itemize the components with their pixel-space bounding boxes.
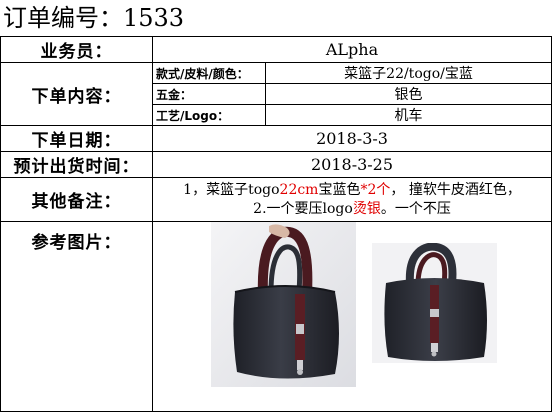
remarks-label: 其他备注：: [0, 177, 153, 222]
remarks-row: 其他备注： 1，菜篮子togo22cm宝蓝色*2个， 撞软牛皮酒红色， 2.一个…: [0, 177, 552, 222]
remarks-text: 。一个不压: [380, 200, 451, 217]
salesperson-label: 业务员：: [0, 36, 153, 63]
bag-photo-side: [372, 243, 497, 363]
style-material-color-label: 款式/皮料/颜色：: [152, 62, 266, 84]
salesperson-value: ALpha: [151, 36, 552, 63]
hardware-label: 五金：: [152, 83, 266, 105]
ship-date-row: 预计出货时间： 2018-3-25: [0, 151, 552, 178]
order-date-value: 2018-3-3: [151, 125, 552, 152]
bag-photo-front: [211, 222, 356, 387]
remarks-text: ， 撞软牛皮酒红色，: [390, 181, 521, 198]
order-number: 1533: [123, 4, 185, 32]
order-number-label: 订单编号：: [3, 4, 123, 32]
remarks-line-1: 1，菜篮子togo22cm宝蓝色*2个， 撞软牛皮酒红色，: [153, 181, 551, 200]
remarks-value: 1，菜篮子togo22cm宝蓝色*2个， 撞软牛皮酒红色， 2.一个要压logo…: [151, 177, 552, 222]
remarks-highlight: 烫银: [352, 200, 381, 217]
content-row: 下单内容： 款式/皮料/颜色： 菜篮子22/togo/宝蓝: [0, 62, 552, 126]
style-material-color-value: 菜篮子22/togo/宝蓝: [264, 62, 552, 84]
remarks-text: 1，菜篮子togo: [183, 181, 280, 198]
craft-logo-value: 机车: [264, 104, 552, 126]
remarks-highlight: *2个: [360, 181, 391, 198]
order-date-label: 下单日期：: [0, 125, 153, 152]
remarks-text: 宝蓝色: [318, 181, 361, 198]
ship-date-label: 预计出货时间：: [0, 151, 153, 178]
reference-label: 参考图片：: [0, 221, 153, 412]
order-date-row: 下单日期： 2018-3-3: [0, 125, 552, 152]
ship-date-value: 2018-3-25: [151, 151, 552, 178]
order-title: 订单编号：1533: [3, 0, 184, 36]
remarks-line-2: 2.一个要压logo烫银。一个不压: [153, 200, 551, 219]
craft-logo-label: 工艺/Logo：: [152, 104, 266, 126]
remarks-highlight: 22cm: [279, 181, 319, 198]
content-label: 下单内容：: [0, 62, 153, 126]
hardware-value: 银色: [264, 83, 552, 105]
salesperson-row: 业务员： ALpha: [0, 36, 552, 63]
remarks-text: 2.一个要压logo: [253, 200, 353, 217]
